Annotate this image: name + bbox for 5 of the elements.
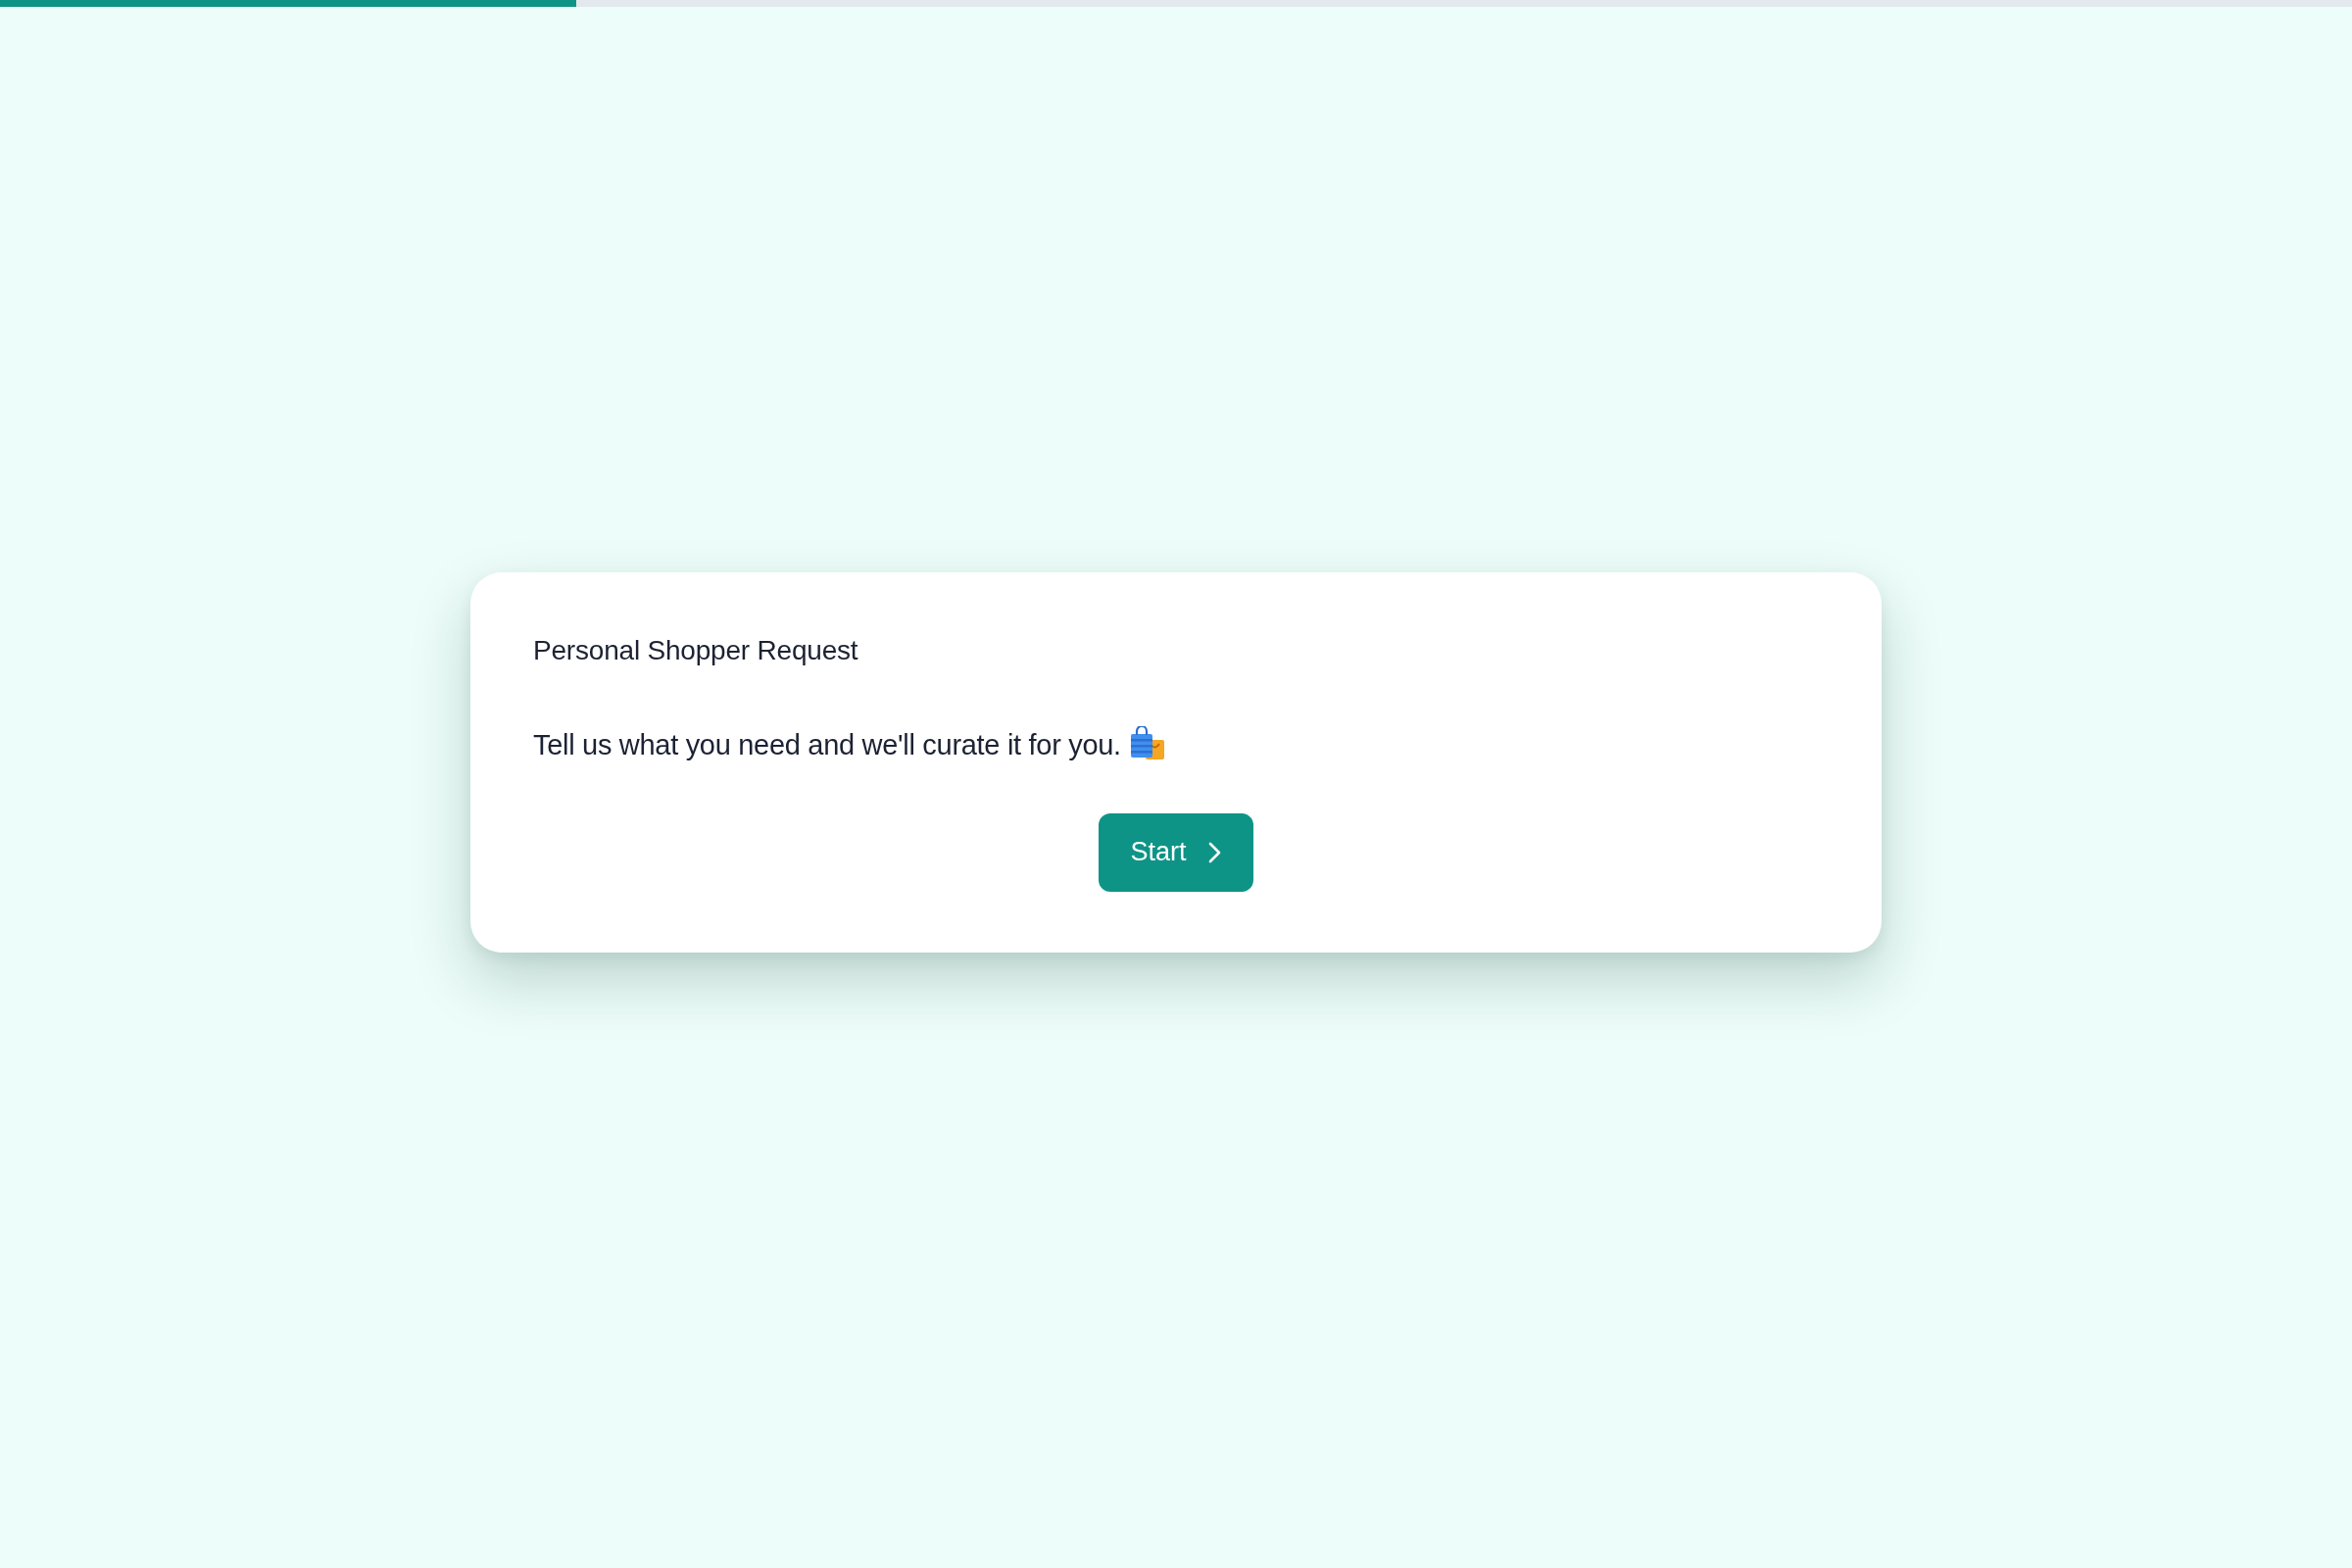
shopping-bags-icon — [1130, 725, 1164, 760]
card-title: Personal Shopper Request — [533, 633, 859, 667]
chevron-right-icon — [1207, 841, 1222, 863]
start-button[interactable]: Start — [1099, 812, 1253, 892]
description-text: Tell us what you need and we'll curate it for you. — [533, 728, 1121, 760]
